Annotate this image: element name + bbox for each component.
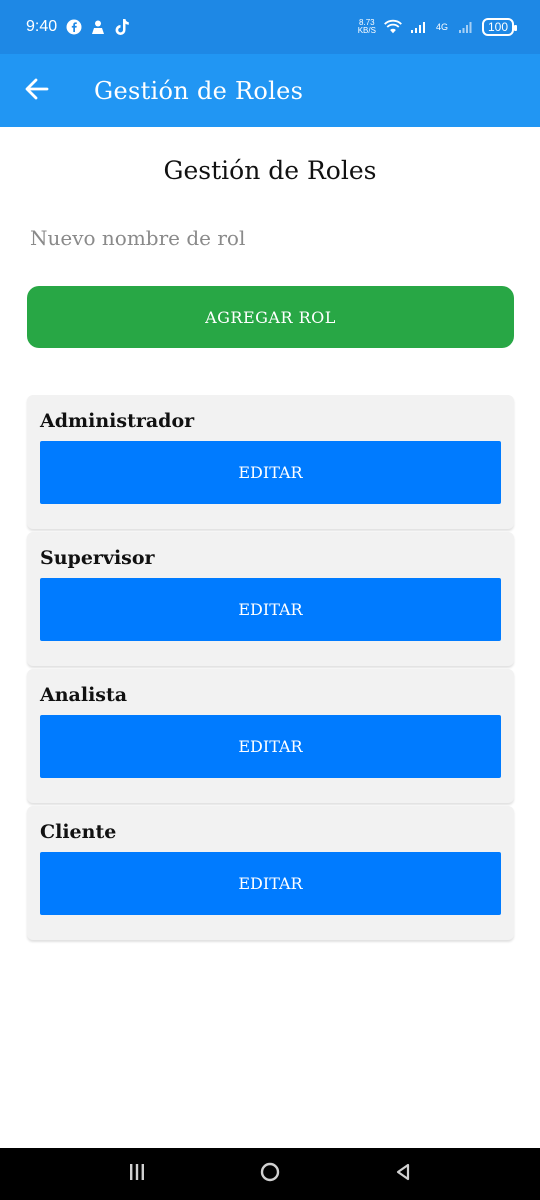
edit-role-button[interactable]: EDITAR (40, 715, 501, 778)
signal-icon-secondary (456, 18, 474, 36)
battery-icon: 100 (481, 18, 518, 36)
tiktok-icon (113, 18, 131, 36)
role-name: Administrador (40, 410, 195, 432)
page-title: Gestión de Roles (163, 156, 377, 185)
back-button[interactable] (12, 66, 62, 116)
role-card: Cliente EDITAR (27, 806, 514, 940)
recents-icon (127, 1162, 147, 1186)
network-speed: 8.73 KB/S (358, 19, 376, 35)
edit-role-button[interactable]: EDITAR (40, 852, 501, 915)
status-left: 9:40 (26, 18, 131, 36)
new-role-input[interactable] (30, 218, 510, 258)
add-role-button[interactable]: AGREGAR ROL (27, 286, 514, 348)
person-icon (89, 18, 107, 36)
role-name: Supervisor (40, 547, 155, 569)
role-name: Cliente (40, 821, 117, 843)
edit-role-button[interactable]: EDITAR (40, 441, 501, 504)
role-list: Administrador EDITAR Supervisor EDITAR A… (27, 395, 514, 943)
back-triangle-icon (393, 1162, 413, 1186)
signal-icon (410, 18, 428, 36)
home-icon (259, 1161, 281, 1187)
home-button[interactable] (250, 1154, 290, 1194)
status-time: 9:40 (26, 18, 58, 35)
role-name: Analista (40, 684, 128, 706)
status-bar: 9:40 8.73 KB/S 4G 100 (0, 0, 540, 54)
arrow-left-icon (24, 77, 50, 105)
status-right: 8.73 KB/S 4G 100 (358, 18, 518, 36)
wifi-icon (384, 18, 402, 36)
role-card: Supervisor EDITAR (27, 532, 514, 666)
facebook-icon (65, 18, 83, 36)
app-bar-title: Gestión de Roles (94, 76, 304, 105)
system-navigation-bar (0, 1148, 540, 1200)
edit-role-button[interactable]: EDITAR (40, 578, 501, 641)
recents-button[interactable] (117, 1154, 157, 1194)
network-type: 4G (435, 21, 448, 32)
role-card: Administrador EDITAR (27, 395, 514, 529)
system-back-button[interactable] (383, 1154, 423, 1194)
role-card: Analista EDITAR (27, 669, 514, 803)
network-speed-unit: KB/S (357, 26, 376, 35)
app-bar: Gestión de Roles (0, 54, 540, 127)
